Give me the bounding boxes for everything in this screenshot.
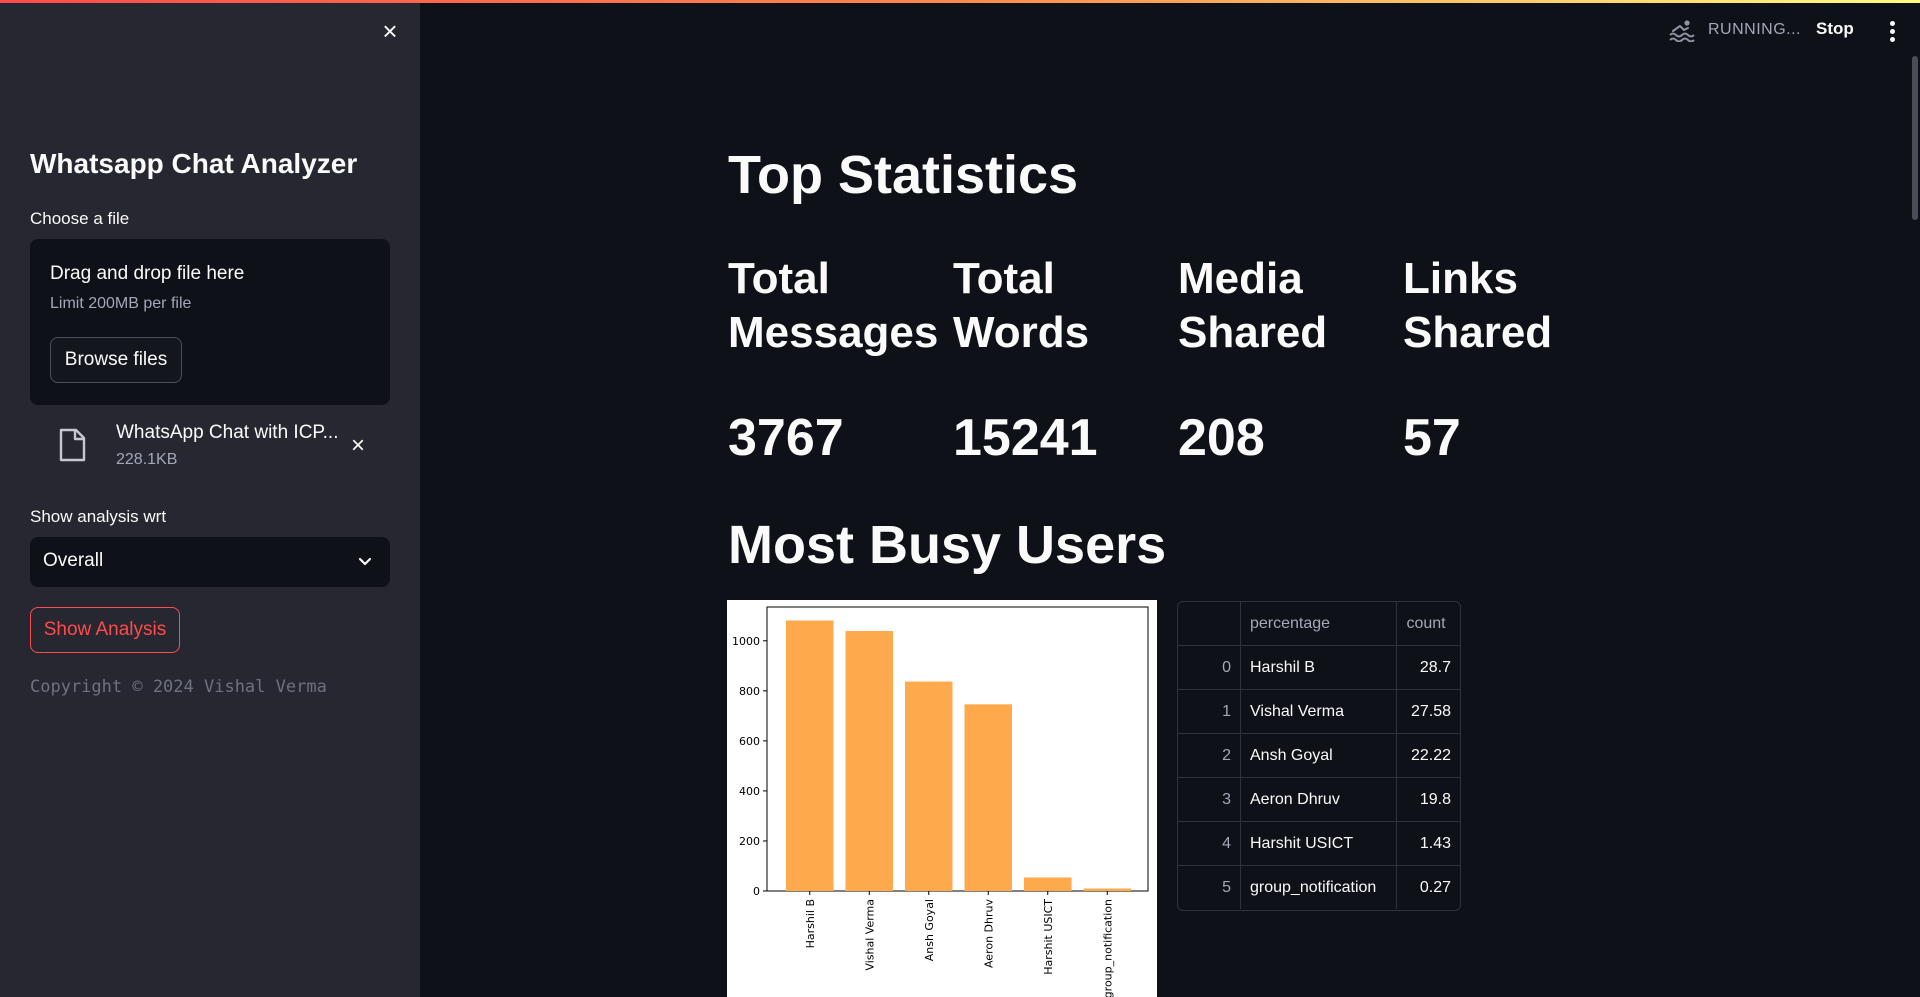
y-tick-label: 1000 [732, 635, 760, 648]
row-index: 4 [1178, 821, 1241, 866]
stat-media-shared: Media Shared 208 [1178, 252, 1388, 467]
cell-value: 27.58 [1396, 689, 1460, 734]
column-header-index [1178, 602, 1241, 646]
stat-total-words: Total Words 15241 [953, 252, 1163, 467]
main-menu-icon[interactable] [1882, 18, 1902, 44]
x-tick-label: Harshit USICT [1042, 899, 1055, 975]
swimmer-icon [1669, 20, 1695, 42]
dropzone-limit: Limit 200MB per file [50, 295, 192, 312]
sidebar: × Whatsapp Chat Analyzer Choose a file D… [0, 0, 420, 997]
file-icon [59, 428, 86, 462]
bar-chart-svg: 0 200 400 600 800 1000 Harshil B Vishal Verma An… [732, 606, 1149, 997]
stat-value: 15241 [953, 409, 1098, 467]
select-label: Show analysis wrt [30, 507, 167, 526]
browse-files-button[interactable]: Browse files [50, 337, 182, 383]
scrollbar[interactable] [1912, 56, 1918, 220]
row-index: 5 [1178, 865, 1241, 909]
busy-users-chart: 0 200 400 600 800 1000 Harshil B Vishal Verma An… [727, 600, 1157, 997]
dropzone-title: Drag and drop file here [50, 263, 245, 284]
cell-name: Vishal Verma [1240, 689, 1398, 734]
cell-name: Harshit USICT [1240, 821, 1398, 866]
file-dropzone[interactable]: Drag and drop file here Limit 200MB per … [30, 239, 390, 405]
stat-label: Links Shared [1403, 254, 1553, 357]
file-size: 228.1KB [116, 451, 178, 468]
table-row: 1 Vishal Verma 27.58 [1178, 689, 1460, 734]
stat-total-messages: Total Messages 3767 [728, 252, 939, 467]
table-row: 2 Ansh Goyal 22.22 [1178, 733, 1460, 778]
running-text: RUNNING... [1708, 21, 1801, 38]
cell-value: 1.43 [1396, 821, 1460, 866]
x-tick-label: Vishal Verma [863, 899, 876, 971]
cell-value: 19.8 [1396, 777, 1460, 822]
running-status: RUNNING... [1668, 18, 1801, 42]
cell-name: Ansh Goyal [1240, 733, 1398, 778]
row-index: 0 [1178, 645, 1241, 690]
cell-value: 22.22 [1396, 733, 1460, 778]
table-row: 5 group_notification 0.27 [1178, 865, 1460, 909]
stat-label: Total Words [953, 254, 1090, 357]
y-tick-label: 400 [739, 785, 760, 798]
busy-users-table: percentage count 0 Harshil B 28.7 1 Vish… [1177, 601, 1461, 911]
table-header-row: percentage count [1178, 602, 1460, 646]
cell-name: group_notification [1240, 865, 1398, 909]
y-tick-label: 800 [739, 685, 760, 698]
show-analysis-button[interactable]: Show Analysis [30, 607, 180, 653]
y-tick-label: 200 [739, 835, 760, 848]
file-uploader-label: Choose a file [30, 209, 130, 228]
column-header-count[interactable]: count [1396, 602, 1460, 646]
top-progress-line [0, 0, 1920, 3]
busy-users-title: Most Busy Users [728, 515, 1167, 575]
stat-label: Media Shared [1178, 254, 1328, 357]
stat-links-shared: Links Shared 57 [1403, 252, 1613, 467]
row-index: 1 [1178, 689, 1241, 734]
stat-value: 3767 [728, 409, 844, 467]
stat-label: Total Messages [728, 254, 939, 357]
file-name: WhatsApp Chat with ICP... [116, 422, 339, 443]
table-row: 0 Harshil B 28.7 [1178, 645, 1460, 690]
x-tick-label: Aeron Dhruv [982, 899, 995, 969]
stat-value: 208 [1178, 409, 1265, 467]
y-tick-label: 600 [739, 735, 760, 748]
bar [786, 620, 834, 891]
bar [1024, 877, 1072, 891]
analysis-select[interactable]: Overall [30, 537, 390, 587]
row-index: 3 [1178, 777, 1241, 822]
row-index: 2 [1178, 733, 1241, 778]
page-title: Top Statistics [728, 145, 1079, 205]
chevron-down-icon [358, 557, 372, 566]
x-tick-label: group_notification [1101, 899, 1114, 997]
cell-value: 28.7 [1396, 645, 1460, 690]
bar [905, 681, 953, 891]
y-tick-label: 0 [753, 885, 760, 898]
x-tick-label: Harshil B [804, 899, 817, 948]
cell-name: Aeron Dhruv [1240, 777, 1398, 822]
stop-button[interactable]: Stop [1816, 19, 1854, 39]
bar [1083, 888, 1131, 891]
select-value: Overall [43, 550, 104, 571]
x-tick-label: Ansh Goyal [923, 899, 936, 961]
table-row: 3 Aeron Dhruv 19.8 [1178, 777, 1460, 822]
column-header-percentage[interactable]: percentage [1240, 602, 1398, 646]
table-row: 4 Harshit USICT 1.43 [1178, 821, 1460, 866]
bar [964, 704, 1012, 891]
sidebar-title: Whatsapp Chat Analyzer [30, 148, 358, 179]
remove-file-icon[interactable]: × [346, 434, 370, 458]
bar [845, 631, 893, 891]
stat-value: 57 [1403, 409, 1461, 467]
copyright-text: Copyright © 2024 Vishal Verma [30, 677, 327, 697]
cell-value: 0.27 [1419, 878, 1451, 896]
uploaded-file: WhatsApp Chat with ICP... 228.1KB × [58, 420, 398, 482]
close-icon[interactable]: × [378, 18, 402, 44]
cell-name: Harshil B [1240, 645, 1398, 690]
